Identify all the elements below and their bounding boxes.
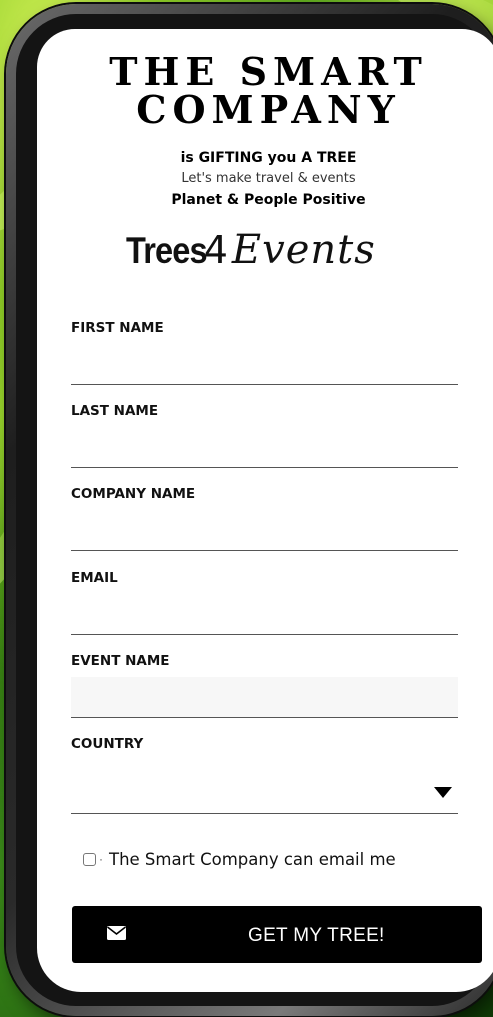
logo-trees-text: Trees [126, 230, 208, 271]
last-name-field[interactable] [71, 427, 458, 468]
company-name-field[interactable] [71, 510, 458, 551]
tagline-travel: Let's make travel & events [181, 171, 356, 186]
consent-checkbox[interactable] [83, 852, 96, 866]
first-name-field[interactable] [71, 344, 458, 385]
tagline-gift: is GIFTING you A TREE [180, 150, 357, 166]
logo-four-text: 4 [203, 228, 228, 272]
caret-down-icon[interactable] [434, 787, 452, 798]
first-name-label: FIRST NAME [71, 320, 164, 336]
last-name-label: LAST NAME [71, 403, 159, 419]
event-name-field[interactable] [71, 677, 458, 718]
submit-button-label: GET MY TREE! [248, 925, 385, 946]
country-select[interactable] [71, 773, 458, 814]
brand-title-line2: COMPANY [136, 87, 401, 132]
phone-screen: THE SMART COMPANY is GIFTING you A TREE … [37, 29, 493, 992]
get-my-tree-button[interactable]: GET MY TREE! [72, 906, 482, 963]
country-label: COUNTRY [71, 736, 144, 752]
email-consent: · The Smart Company can email me [83, 847, 396, 871]
email-field[interactable] [71, 594, 458, 635]
brand-title-line1: THE SMART [109, 49, 428, 94]
company-name-label: COMPANY NAME [71, 486, 196, 502]
trees4events-logo: Trees4 Events [126, 227, 376, 287]
tagline-positive: Planet & People Positive [171, 192, 366, 208]
email-label: EMAIL [71, 570, 118, 586]
consent-separator: · [99, 852, 103, 866]
consent-label[interactable]: The Smart Company can email me [109, 850, 396, 869]
event-name-label: EVENT NAME [71, 653, 170, 669]
envelope-icon [107, 926, 126, 940]
logo-events-text: Events [231, 227, 376, 273]
